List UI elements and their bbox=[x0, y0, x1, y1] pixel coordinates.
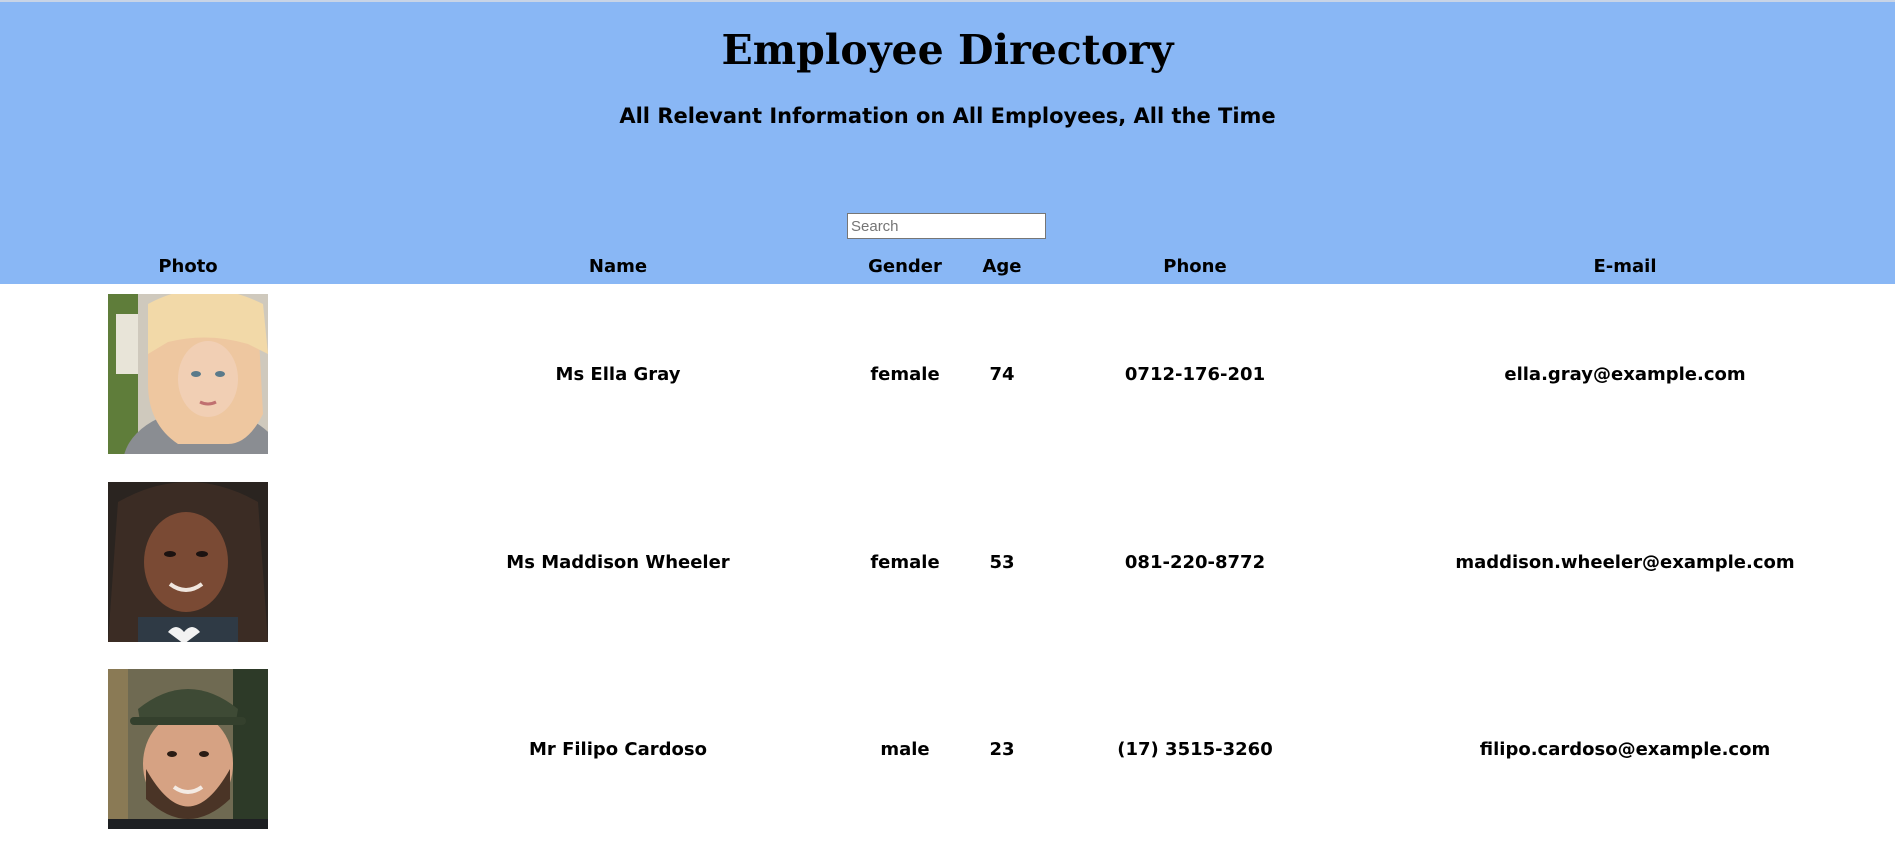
employee-email: filipo.cardoso@example.com bbox=[1479, 739, 1771, 760]
employee-phone: 081-220-8772 bbox=[1124, 552, 1266, 573]
employee-email: ella.gray@example.com bbox=[1504, 364, 1746, 385]
employee-photo bbox=[108, 669, 268, 829]
employee-name: Ms Maddison Wheeler bbox=[506, 552, 730, 573]
table-row: Ms Maddison Wheeler female 53 081-220-87… bbox=[0, 482, 1895, 642]
employee-gender: female bbox=[870, 364, 940, 385]
page-subtitle: All Relevant Information on All Employee… bbox=[619, 104, 1276, 128]
employee-phone: 0712-176-201 bbox=[1124, 364, 1266, 385]
employee-photo bbox=[108, 482, 268, 642]
employee-name: Ms Ella Gray bbox=[555, 364, 681, 385]
employee-age: 23 bbox=[989, 739, 1015, 760]
employee-name: Mr Filipo Cardoso bbox=[529, 739, 707, 760]
page-header: Employee Directory All Relevant Informat… bbox=[0, 2, 1895, 284]
employee-gender: male bbox=[880, 739, 930, 760]
column-header-phone[interactable]: Phone bbox=[1163, 256, 1226, 277]
table-row: Ms Ella Gray female 74 0712-176-201 ella… bbox=[0, 294, 1895, 454]
employee-gender: female bbox=[870, 552, 940, 573]
column-header-age[interactable]: Age bbox=[982, 256, 1021, 277]
column-header-email[interactable]: E-mail bbox=[1593, 256, 1656, 277]
column-header-gender[interactable]: Gender bbox=[868, 256, 942, 277]
page-title: Employee Directory bbox=[721, 26, 1174, 74]
employee-age: 53 bbox=[989, 552, 1015, 573]
employee-age: 74 bbox=[989, 364, 1015, 385]
column-header-name[interactable]: Name bbox=[589, 256, 647, 277]
column-header-photo[interactable]: Photo bbox=[158, 256, 217, 277]
employee-email: maddison.wheeler@example.com bbox=[1455, 552, 1795, 573]
search-input[interactable] bbox=[847, 213, 1046, 239]
table-row: Mr Filipo Cardoso male 23 (17) 3515-3260… bbox=[0, 669, 1895, 829]
employee-photo bbox=[108, 294, 268, 454]
employee-phone: (17) 3515-3260 bbox=[1117, 739, 1273, 760]
